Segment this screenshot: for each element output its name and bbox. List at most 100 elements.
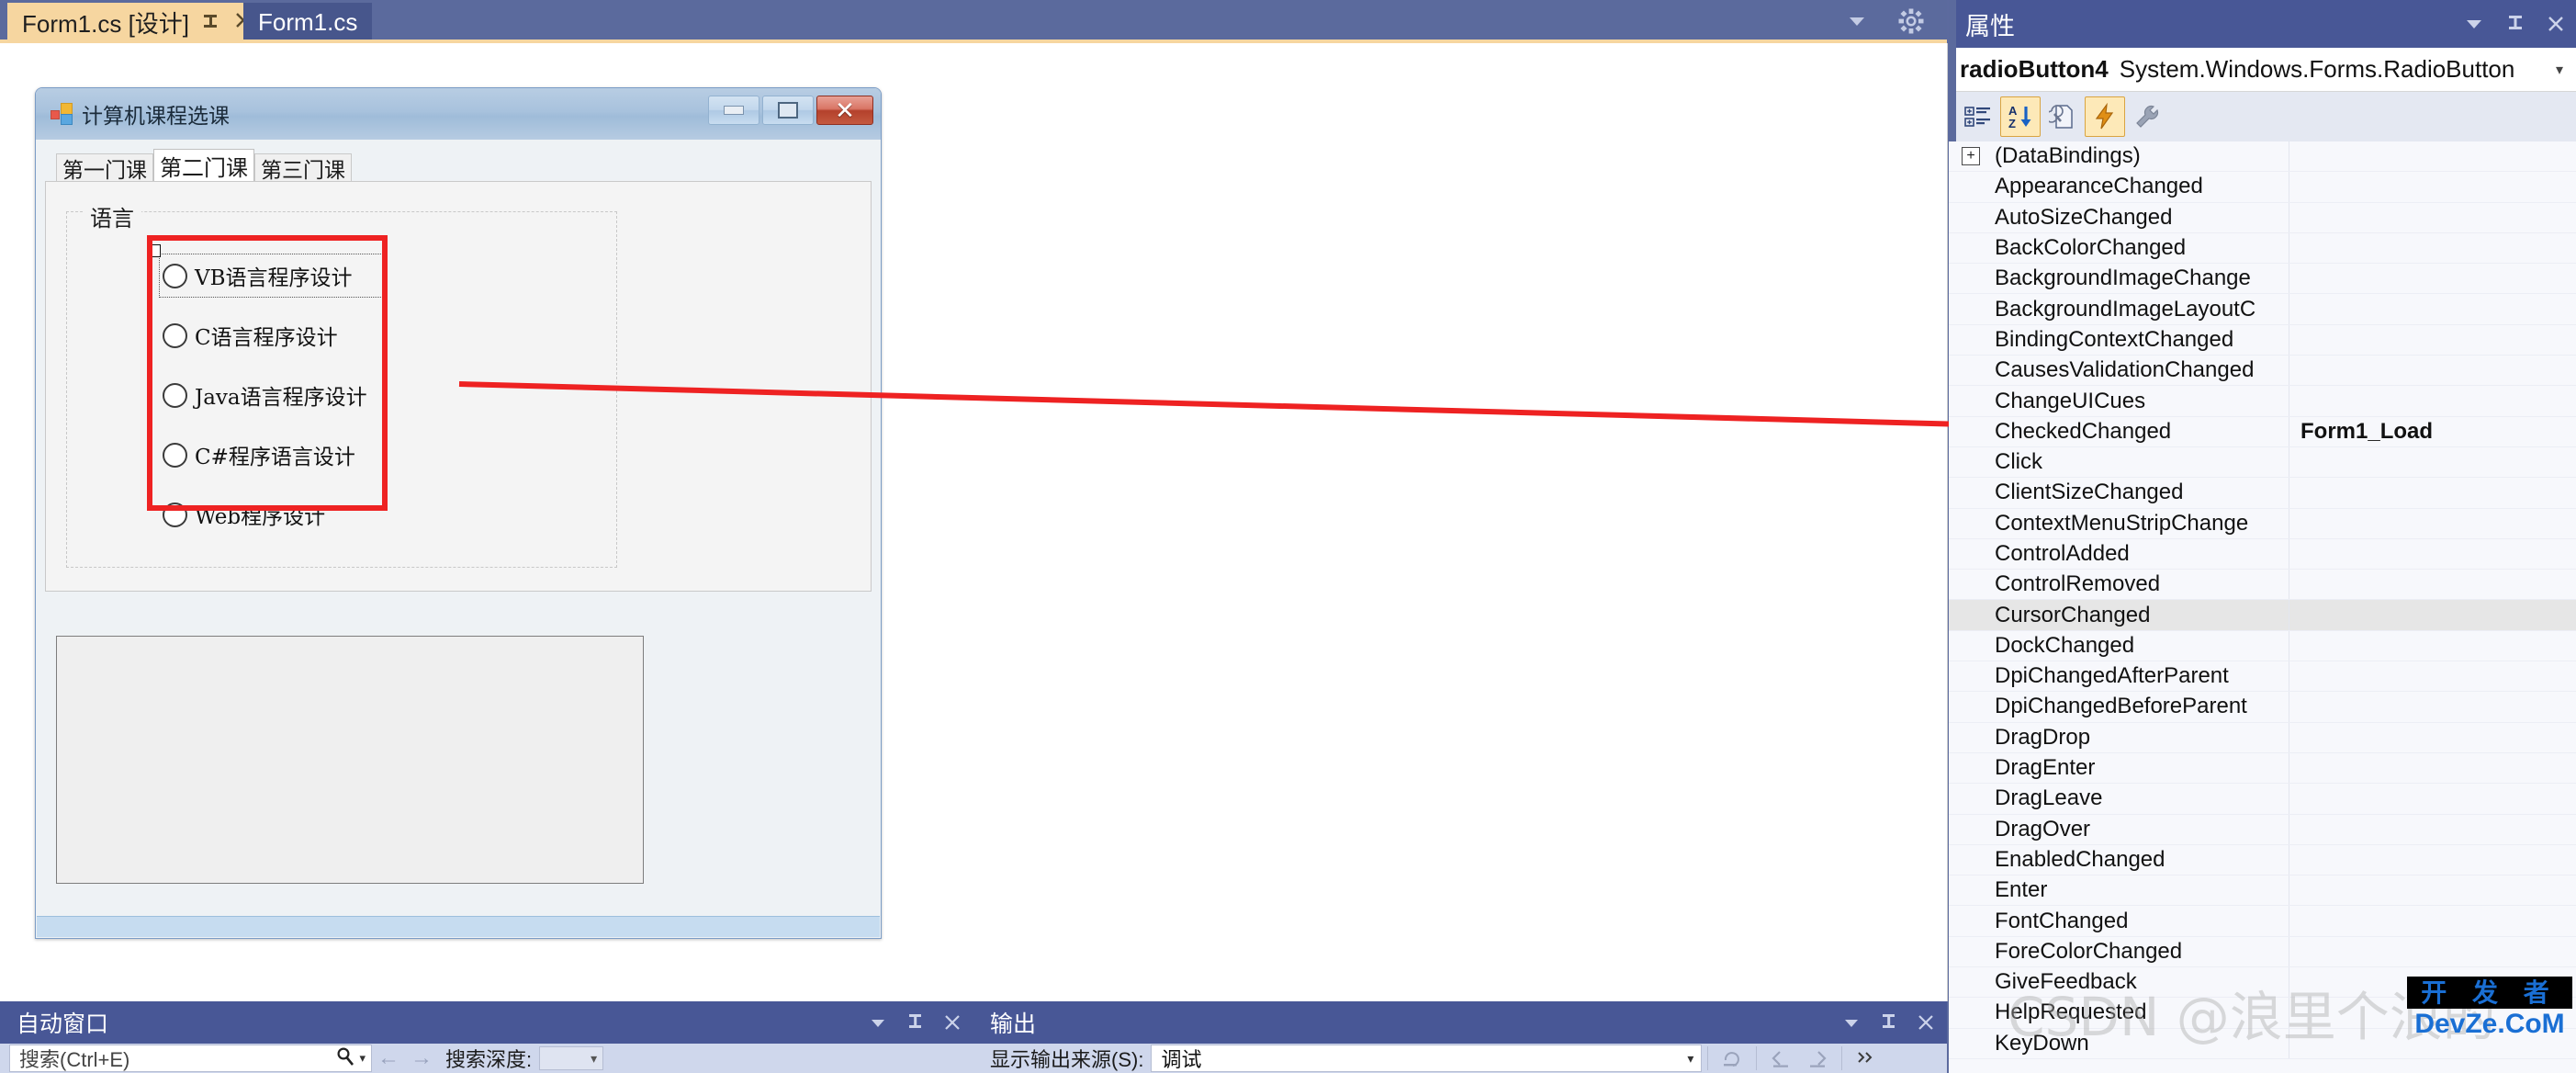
form-designer-surface[interactable]: 计算机课程选课 ✕ 第一门课 第二门课 第三门课 语言 VB语言程序设计 C语言… [0,43,1948,1001]
pin-icon[interactable] [907,1012,924,1033]
chevron-down-icon[interactable] [1840,1011,1862,1033]
property-value[interactable] [2289,538,2576,570]
chevron-down-icon[interactable] [1844,8,1870,34]
minimize-icon[interactable] [708,96,759,125]
categorized-icon[interactable] [1958,96,1998,137]
property-value[interactable] [2289,172,2576,202]
property-value[interactable] [2289,324,2576,356]
form-tab-3[interactable]: 第三门课 [254,153,352,183]
selection-grip[interactable] [148,244,161,257]
gear-icon[interactable] [1897,7,1925,35]
pin-icon[interactable] [202,11,220,35]
empty-panel-control[interactable] [56,636,644,884]
property-value[interactable] [2289,722,2576,752]
property-value[interactable] [2289,386,2576,416]
table-row[interactable]: BackColorChanged [1949,232,2576,265]
close-icon[interactable]: ✕ [816,96,873,125]
document-tab-code[interactable]: Form1.cs [243,3,373,42]
forward-icon[interactable]: → [411,1045,433,1071]
property-value[interactable] [2289,508,2576,538]
table-row[interactable]: BindingContextChanged [1949,324,2576,356]
chevron-down-icon[interactable] [2462,12,2486,36]
table-row[interactable]: DragDrop [1949,722,2576,753]
table-row[interactable]: ForeColorChanged [1949,936,2576,968]
close-icon[interactable] [2545,13,2567,35]
table-row[interactable]: DragOver [1949,814,2576,845]
property-value[interactable] [2289,570,2576,600]
table-row[interactable]: ClientSizeChanged [1949,478,2576,509]
table-row[interactable]: EnabledChanged [1949,844,2576,876]
winform-preview[interactable]: 计算机课程选课 ✕ 第一门课 第二门课 第三门课 语言 VB语言程序设计 C语言… [35,87,882,939]
output-source-combo[interactable]: 调试 ▾ [1151,1045,1703,1072]
table-row[interactable]: ControlRemoved [1949,570,2576,601]
search-depth-combo[interactable]: ▾ [539,1046,604,1070]
property-pages-wrench-icon[interactable] [2127,96,2167,137]
overflow-icon[interactable] [1848,1045,1884,1072]
property-value[interactable] [2289,202,2576,232]
table-row[interactable]: ControlAdded [1949,538,2576,570]
property-value[interactable] [2289,875,2576,906]
property-value[interactable]: Form1_Load [2289,416,2576,446]
expander-icon[interactable]: + [1962,147,1980,166]
property-value[interactable] [2289,1028,2576,1058]
back-icon[interactable]: ← [377,1045,399,1071]
table-row[interactable]: KeyDown [1949,1028,2576,1059]
property-value[interactable] [2289,264,2576,294]
table-row[interactable]: AppearanceChanged [1949,172,2576,203]
property-value[interactable] [2289,784,2576,814]
table-row[interactable]: CausesValidationChanged [1949,356,2576,387]
table-row[interactable]: Enter [1949,875,2576,907]
property-value[interactable] [2289,446,2576,478]
table-row[interactable]: AutoSizeChanged [1949,202,2576,233]
back-icon[interactable] [1762,1045,1799,1072]
properties-event-list[interactable]: + (DataBindings) AppearanceChanged AutoS… [1949,141,2576,1073]
alphabetical-sort-icon[interactable]: A Z [2000,96,2041,137]
property-value[interactable] [2289,232,2576,264]
table-row[interactable]: BackgroundImageChange [1949,264,2576,295]
close-icon[interactable] [1916,1012,1936,1033]
radio-option-c[interactable]: C语言程序设计 [163,317,383,354]
property-value[interactable] [2289,141,2576,172]
property-value[interactable] [2289,936,2576,967]
table-row[interactable]: FontChanged [1949,906,2576,937]
maximize-icon[interactable] [762,96,814,125]
selected-object-row[interactable]: radioButton4 System.Windows.Forms.RadioB… [1949,48,2576,92]
property-value[interactable] [2289,661,2576,692]
property-value[interactable] [2289,692,2576,722]
search-input[interactable]: 搜索(Ctrl+E) ▾ [9,1045,372,1072]
property-value[interactable] [2289,630,2576,661]
property-value[interactable] [2289,967,2576,998]
property-value[interactable] [2289,844,2576,875]
table-row[interactable]: DragEnter [1949,752,2576,785]
table-row[interactable]: ChangeUICues [1949,386,2576,417]
close-icon[interactable] [942,1012,962,1033]
table-row[interactable]: CheckedChanged Form1_Load [1949,416,2576,447]
forward-icon[interactable] [1799,1045,1836,1072]
property-value[interactable] [2289,814,2576,844]
chevron-down-icon[interactable]: ▾ [359,1051,366,1066]
table-row[interactable]: GiveFeedback [1949,967,2576,999]
table-row[interactable]: CursorChanged [1949,600,2576,631]
property-value[interactable] [2289,906,2576,936]
table-row[interactable]: ContextMenuStripChange [1949,508,2576,539]
form-tab-2[interactable]: 第二门课 [153,149,254,181]
radio-option-web[interactable]: Web程序设计 [163,496,383,533]
property-value[interactable] [2289,600,2576,630]
table-row[interactable]: HelpRequested [1949,998,2576,1029]
pin-icon[interactable] [1881,1012,1897,1033]
property-value[interactable] [2289,294,2576,324]
property-value[interactable] [2289,998,2576,1028]
search-icon[interactable] [335,1046,355,1071]
chevron-down-icon[interactable] [867,1011,889,1033]
radio-option-csharp[interactable]: C#程序语言设计 [163,436,383,473]
table-row[interactable]: + (DataBindings) [1949,141,2576,173]
clear-output-icon[interactable] [1714,1045,1750,1072]
table-row[interactable]: DockChanged [1949,630,2576,662]
form-tab-1[interactable]: 第一门课 [56,153,153,183]
events-lightning-icon[interactable] [2085,96,2125,137]
radio-option-vb[interactable]: VB语言程序设计 [148,244,387,298]
table-row[interactable]: DpiChangedBeforeParent [1949,692,2576,723]
chevron-down-icon[interactable]: ▾ [2556,61,2569,79]
table-row[interactable]: Click [1949,446,2576,479]
radio-option-java[interactable]: Java语言程序设计 [163,377,383,413]
